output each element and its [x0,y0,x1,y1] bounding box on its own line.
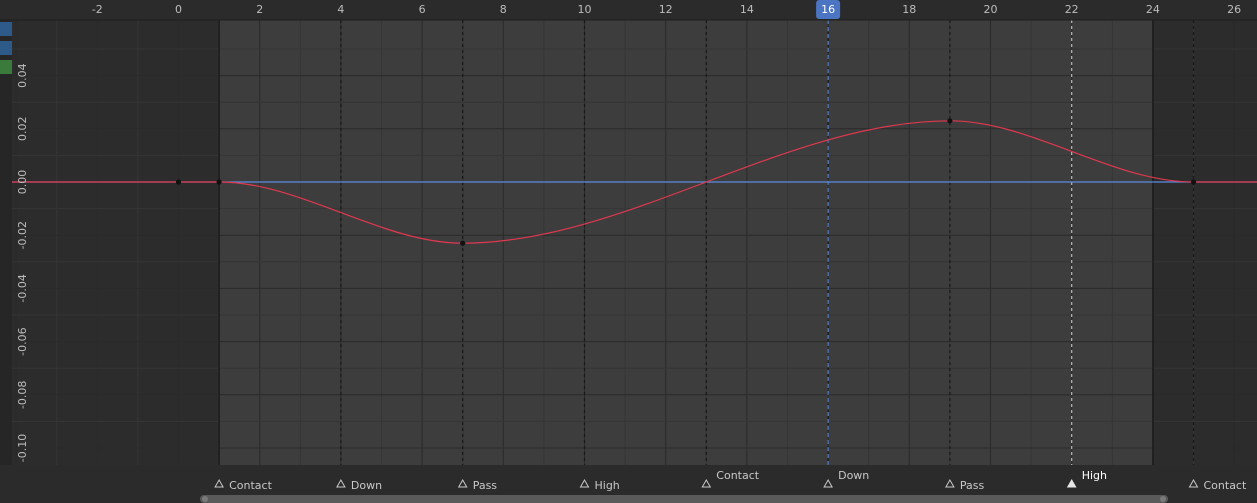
value-tick-label: -0.06 [16,327,29,355]
marker-label: Pass [473,479,498,492]
scrollbar-left-handle[interactable] [202,496,208,502]
frame-tick-label: 12 [659,3,673,16]
frame-tick-label: 2 [256,3,263,16]
frame-tick-label: 26 [1227,3,1241,16]
marker-label: High [1082,469,1107,482]
scrollbar-right-handle[interactable] [1160,496,1166,502]
marker-label: Down [838,469,869,482]
keyframe-point[interactable] [1190,179,1197,185]
frame-tick-label: 14 [740,3,754,16]
keyframe-point[interactable] [216,179,222,185]
channel-color-swatch[interactable] [0,22,12,36]
marker-label: Down [351,479,382,492]
value-tick-label: 0.04 [16,63,29,88]
frame-tick-label: 0 [175,3,182,16]
value-tick-label: -0.02 [16,221,29,249]
channel-color-strip [0,22,12,79]
horizontal-scrollbar[interactable] [200,495,1168,503]
keyframe-point[interactable] [175,179,182,185]
value-axis-strip [0,20,12,465]
scene-range-area [219,20,1153,465]
graph-canvas[interactable]: 0.04 0.02 0.00 -0.02 -0.04 -0.06 -0.08 -0.10 -2 0… [0,0,1257,503]
frame-tick-label: 20 [984,3,998,16]
frame-tick-label: 10 [578,3,592,16]
marker-label: High [595,479,620,492]
frame-tick-label: 18 [902,3,916,16]
frame-tick-label: 8 [500,3,507,16]
frame-tick-label: -2 [92,3,103,16]
value-tick-label: 0.00 [16,170,29,195]
marker-label: Contact [1204,479,1247,492]
current-frame-label: 16 [821,3,835,16]
frame-tick-label: 24 [1146,3,1160,16]
channel-color-swatch[interactable] [0,41,12,55]
frame-tick-label: 6 [419,3,426,16]
keyframe-point[interactable] [947,118,953,124]
marker-label: Pass [960,479,985,492]
graph-editor[interactable]: 0.04 0.02 0.00 -0.02 -0.04 -0.06 -0.08 -0.10 -2 0… [0,0,1257,503]
frame-tick-label: 4 [337,3,344,16]
value-tick-label: 0.02 [16,117,29,142]
marker-label: Contact [229,479,272,492]
value-tick-label: -0.10 [16,434,29,462]
marker-label: Contact [716,469,759,482]
frame-tick-label: 22 [1065,3,1079,16]
channel-color-swatch[interactable] [0,60,12,74]
keyframe-point[interactable] [460,240,466,246]
value-tick-label: -0.08 [16,381,29,409]
value-tick-label: -0.04 [16,274,29,302]
